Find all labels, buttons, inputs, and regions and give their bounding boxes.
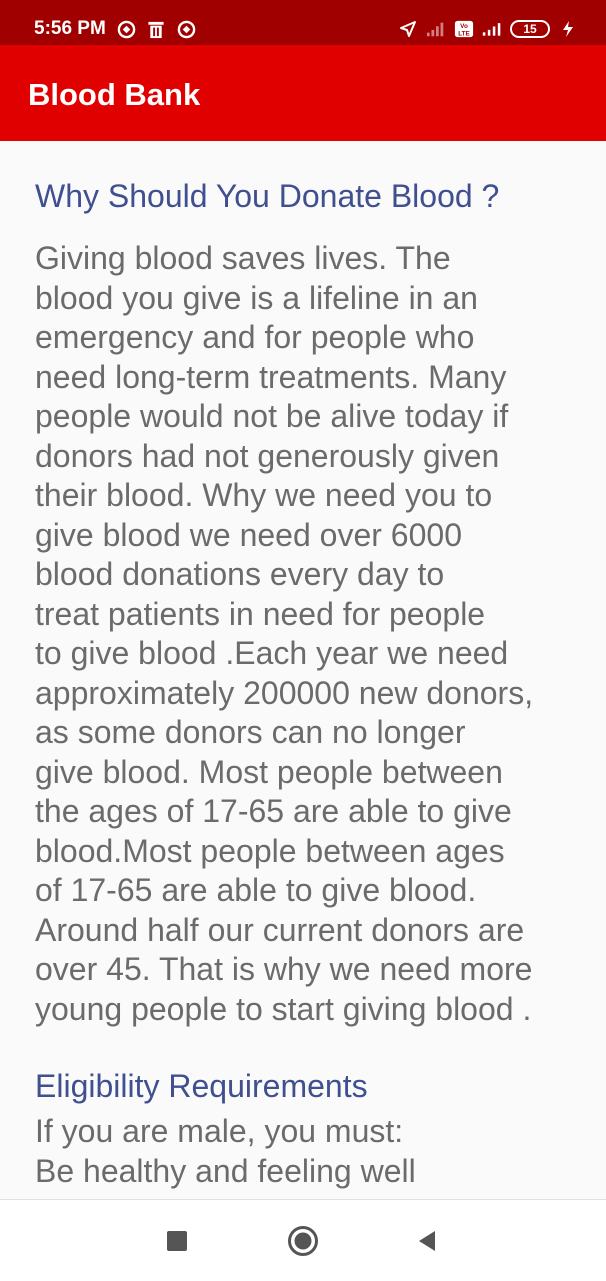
recent-apps-icon: [167, 1231, 187, 1251]
back-icon: [419, 1231, 435, 1251]
app-title: Blood Bank: [28, 77, 201, 112]
content-scroll-area[interactable]: Why Should You Donate Blood ? Giving blo…: [0, 141, 606, 1199]
volte-icon: Vo LTE: [454, 19, 474, 39]
text-line: emergency and for people who: [35, 319, 475, 355]
text-line: over 45. That is why we need more: [35, 951, 533, 987]
status-time: 5:56 PM: [34, 18, 106, 39]
text-line: Be healthy and feeling well: [35, 1152, 416, 1189]
text-line: blood donations every day to: [35, 556, 445, 592]
text-line: donors had not generously given: [35, 437, 500, 474]
section-body-why-donate: Giving blood saves lives. The blood you …: [35, 239, 595, 1029]
text-line: the ages of 17-65 are able to give: [35, 793, 512, 829]
delete-icon: [146, 19, 166, 39]
recent-apps-button[interactable]: [160, 1224, 194, 1258]
signal-icon: [482, 19, 502, 39]
text-line: blood you give is a lifeline in an: [35, 279, 478, 316]
text-line: people would not be alive today if: [35, 398, 509, 434]
home-icon: [288, 1226, 318, 1256]
text-line: give blood we need over 6000: [35, 516, 462, 553]
text-line: blood.Most people between ages: [35, 832, 505, 869]
text-line: their blood. Why we need you to: [35, 477, 493, 513]
app-bar: Blood Bank: [0, 45, 606, 141]
text-line: Giving blood saves lives. The: [35, 240, 451, 276]
text-line: to give blood .Each year we need: [35, 635, 509, 671]
system-nav-bar: [0, 1199, 606, 1281]
battery-level: 15: [523, 22, 537, 36]
text-line: of 17-65 are able to give blood.: [35, 872, 477, 908]
notification-icon: [176, 19, 196, 39]
text-line: approximately 200000 new donors,: [35, 674, 534, 711]
section-heading-eligibility: Eligibility Requirements: [35, 1068, 368, 1104]
status-bar: 5:56 PM Vo LTE 15: [0, 0, 606, 45]
text-line: young people to start giving blood .: [35, 990, 532, 1027]
signal-icon: [426, 19, 446, 39]
charging-icon: [558, 19, 578, 39]
text-line: treat patients in need for people: [35, 595, 486, 632]
status-system-icons: Vo LTE 15: [398, 16, 578, 42]
text-line: need long-term treatments. Many: [35, 358, 507, 395]
text-line: as some donors can no longer: [35, 714, 466, 750]
status-notification-icons: [116, 17, 196, 41]
section-heading-why-donate: Why Should You Donate Blood ?: [35, 178, 500, 214]
text-line: Around half our current donors are: [35, 911, 525, 948]
section-body-eligibility: If you are male, you must: Be healthy an…: [35, 1112, 595, 1191]
back-button[interactable]: [410, 1224, 444, 1258]
notification-icon: [116, 19, 136, 39]
text-line: If you are male, you must:: [35, 1113, 404, 1149]
home-button[interactable]: [286, 1224, 320, 1258]
svg-text:LTE: LTE: [458, 30, 470, 37]
battery-icon: 15: [510, 20, 550, 38]
location-icon: [398, 19, 418, 39]
text-line: give blood. Most people between: [35, 753, 503, 790]
svg-text:Vo: Vo: [460, 23, 468, 30]
